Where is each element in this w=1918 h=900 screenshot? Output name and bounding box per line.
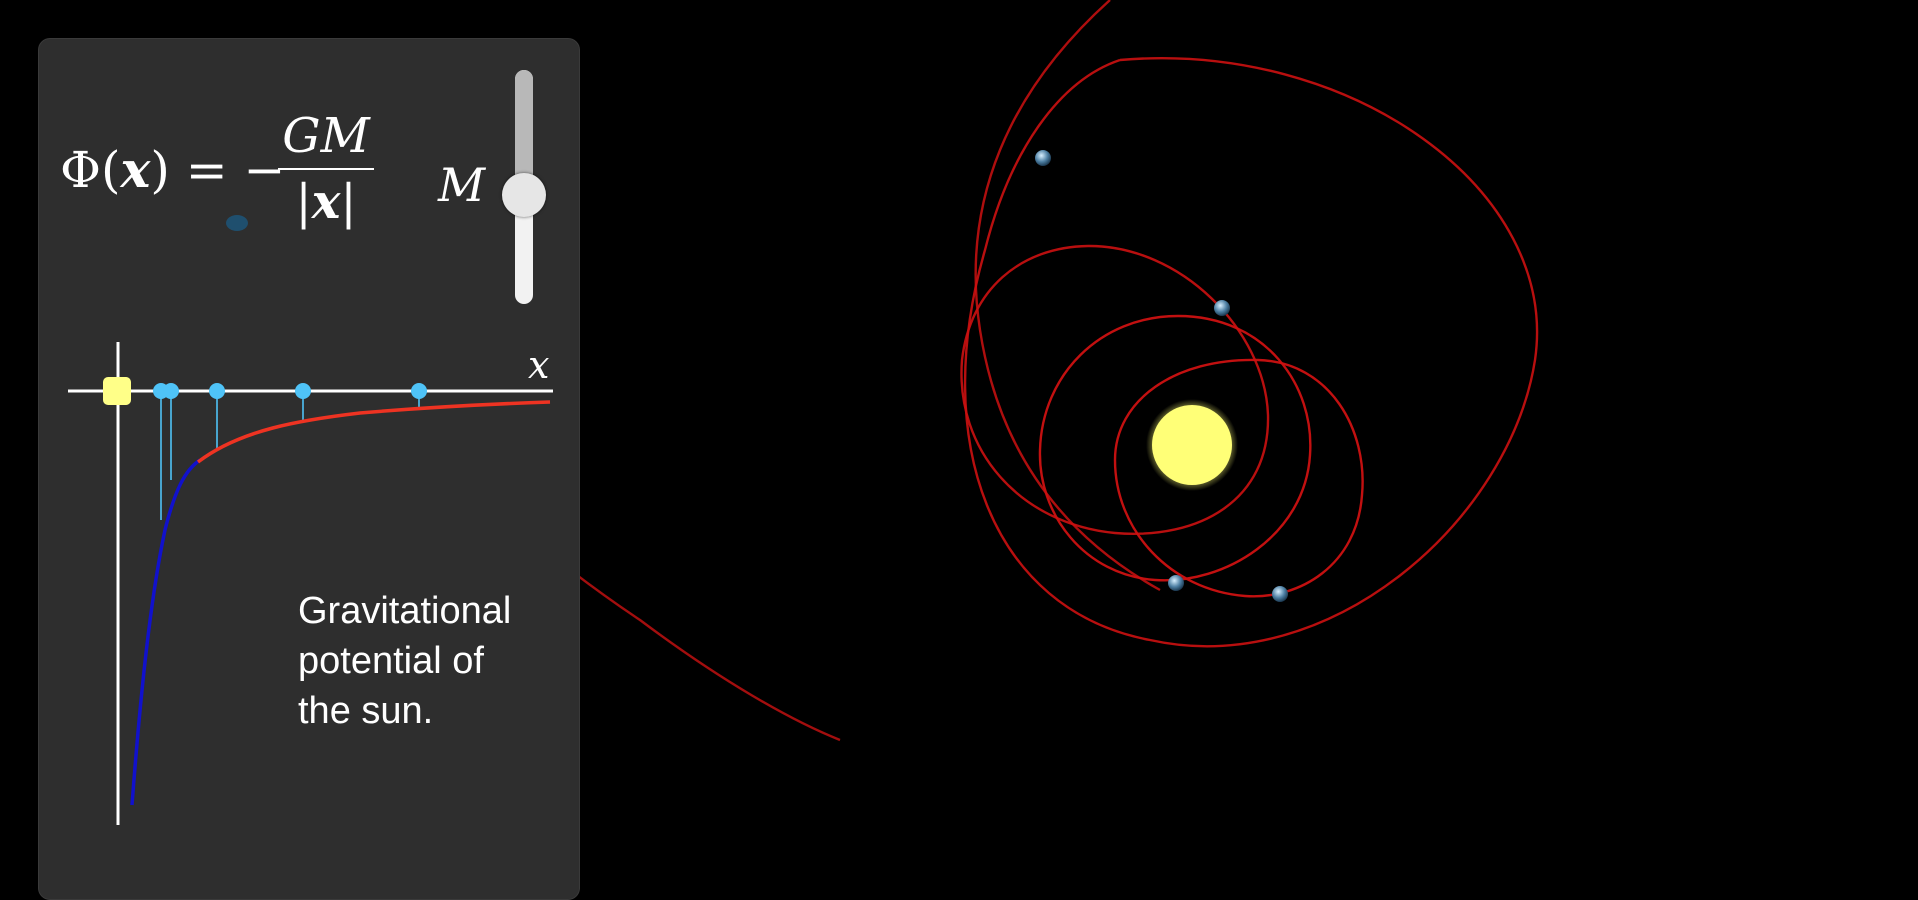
caption-line: the sun. [298,690,434,732]
caption: Gravitational potential of the sun. [298,586,558,736]
planet[interactable] [1272,586,1288,602]
planet-marker [163,383,179,399]
planet[interactable] [1214,300,1230,316]
potential-graph [68,342,553,825]
orbit-large-open [974,0,1161,592]
planet[interactable] [1168,575,1184,591]
planet-marker [209,383,225,399]
planet[interactable] [1035,150,1051,166]
potential-curve-near [130,458,202,806]
planet-marker [411,383,427,399]
planet-marker [295,383,311,399]
sun-marker [103,377,131,405]
potential-curve-far [196,400,551,464]
graph-x-axis-label: x [528,343,550,387]
caption-line: Gravitational [298,590,512,632]
caption-line: potential of [298,640,484,682]
sun [1152,405,1232,485]
orbit-middle [960,244,1270,535]
